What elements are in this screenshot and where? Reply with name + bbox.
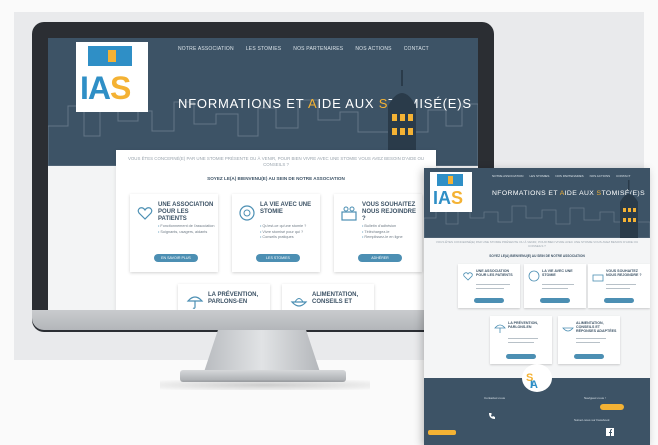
heart-hands-icon bbox=[463, 272, 473, 281]
mobile-nav-association[interactable]: NOTRE ASSOCIATION bbox=[492, 174, 523, 178]
nav-item-contact[interactable]: CONTACT bbox=[404, 46, 429, 52]
mobile-welcome-heading: SOYEZ LE(A) BIENVENU(E) AU SEIN DE NOTRE… bbox=[489, 254, 585, 258]
umbrella-icon bbox=[494, 324, 506, 333]
mobile-prevention-button[interactable] bbox=[506, 354, 536, 359]
nav-item-actions[interactable]: NOS ACTIONS bbox=[355, 46, 391, 52]
mobile-card-rejoindre: VOUS SOUHAITEZ NOUS REJOINDRE ? bbox=[588, 264, 650, 308]
nav-item-stomies[interactable]: LES STOMIES bbox=[246, 46, 281, 52]
les-stomies-button[interactable]: LES STOMIES bbox=[256, 254, 300, 262]
site-logo[interactable]: IAS bbox=[76, 42, 148, 112]
mobile-les-stomies-button[interactable] bbox=[540, 298, 570, 303]
content-panel: VOUS ÊTES CONCERNÉ(E) PAR UNE STOMIE PRÉ… bbox=[116, 150, 436, 314]
mobile-hero: IAS NOTRE ASSOCIATION LES STOMIES NOS PA… bbox=[424, 168, 650, 238]
mobile-footer: IAS Contactez-nous Naviguez-nous ! Suive… bbox=[424, 364, 650, 445]
umbrella-icon bbox=[186, 296, 204, 309]
mobile-card-vie-stomie: LA VIE AVEC UNE STOMIE bbox=[524, 264, 586, 308]
card-association: UNE ASSOCIATION POUR LES PATIENTS Foncti… bbox=[130, 194, 218, 272]
mobile-alimentation-button[interactable] bbox=[574, 354, 604, 359]
circle-cycle-icon bbox=[528, 270, 540, 282]
en-savoir-plus-button[interactable]: EN SAVOIR PLUS bbox=[154, 254, 198, 262]
card-vie-stomie: LA VIE AVEC UNE STOMIE Qu'est-ce qu'une … bbox=[232, 194, 320, 272]
mobile-card-association: UNE ASSOCIATION POUR LES PATIENTS bbox=[458, 264, 520, 308]
footer-contact-heading: Contactez-nous bbox=[484, 396, 506, 400]
facebook-icon[interactable] bbox=[606, 428, 614, 436]
group-people-icon bbox=[341, 206, 357, 221]
footer-social-text[interactable]: Suivez-nous sur Facebook bbox=[574, 418, 610, 423]
food-icon bbox=[290, 298, 308, 307]
footer-logo[interactable]: IAS bbox=[522, 364, 552, 392]
mobile-card-prevention: LA PRÉVENTION, PARLONS-EN bbox=[490, 316, 552, 364]
circle-cycle-icon bbox=[239, 205, 255, 221]
phone-icon bbox=[489, 413, 495, 419]
mobile-view: IAS NOTRE ASSOCIATION LES STOMIES NOS PA… bbox=[424, 168, 650, 445]
mobile-nav-partenaires[interactable]: NOS PARTENAIRES bbox=[555, 174, 583, 178]
mobile-nav-stomies[interactable]: LES STOMIES bbox=[529, 174, 549, 178]
mobile-logo[interactable]: IAS bbox=[430, 172, 472, 212]
nav-item-partenaires[interactable]: NOS PARTENAIRES bbox=[293, 46, 343, 52]
mobile-en-savoir-plus-button[interactable] bbox=[474, 298, 504, 303]
mobile-tower-illustration bbox=[620, 180, 638, 238]
nav-item-association[interactable]: NOTRE ASSOCIATION bbox=[178, 46, 234, 52]
desktop-screen: IAS NOTRE ASSOCIATION LES STOMIES NOS PA… bbox=[48, 38, 478, 314]
hero-banner: IAS NOTRE ASSOCIATION LES STOMIES NOS PA… bbox=[48, 38, 478, 166]
mobile-nav-actions[interactable]: NOS ACTIONS bbox=[590, 174, 611, 178]
mobile-intro-text: VOUS ÊTES CONCERNÉ(E) PAR UNE STOMIE PRÉ… bbox=[435, 240, 639, 248]
welcome-heading: SOYEZ LE(A) BIENVENU(E) AU SEIN DE NOTRE… bbox=[207, 176, 345, 181]
mobile-nav: NOTRE ASSOCIATION LES STOMIES NOS PARTEN… bbox=[492, 174, 630, 178]
adherer-button[interactable]: ADHÉRER bbox=[358, 254, 402, 262]
heart-hands-icon bbox=[137, 207, 153, 220]
hero-title: NFORMATIONS ET AIDE AUX STOMISÉ(E)S bbox=[178, 96, 472, 111]
group-people-icon bbox=[592, 274, 604, 282]
footer-cta-button[interactable] bbox=[600, 404, 624, 410]
mobile-card-alimentation: ALIMENTATION, CONSEILS ET RÉPONSES ADAPT… bbox=[558, 316, 620, 364]
food-icon bbox=[562, 327, 574, 332]
stand-shadow bbox=[160, 380, 370, 390]
footer-small-button[interactable] bbox=[428, 430, 456, 435]
card-rejoindre: VOUS SOUHAITEZ NOUS REJOINDRE ? Bulletin… bbox=[334, 194, 422, 272]
main-nav: NOTRE ASSOCIATION LES STOMIES NOS PARTEN… bbox=[178, 46, 429, 52]
footer-follow-heading: Naviguez-nous ! bbox=[584, 396, 606, 400]
monitor-stand bbox=[204, 330, 320, 372]
mockup-scene: IAS NOTRE ASSOCIATION LES STOMIES NOS PA… bbox=[0, 0, 658, 445]
intro-text: VOUS ÊTES CONCERNÉ(E) PAR UNE STOMIE PRÉ… bbox=[127, 156, 425, 167]
mobile-adherer-button[interactable] bbox=[604, 298, 634, 303]
